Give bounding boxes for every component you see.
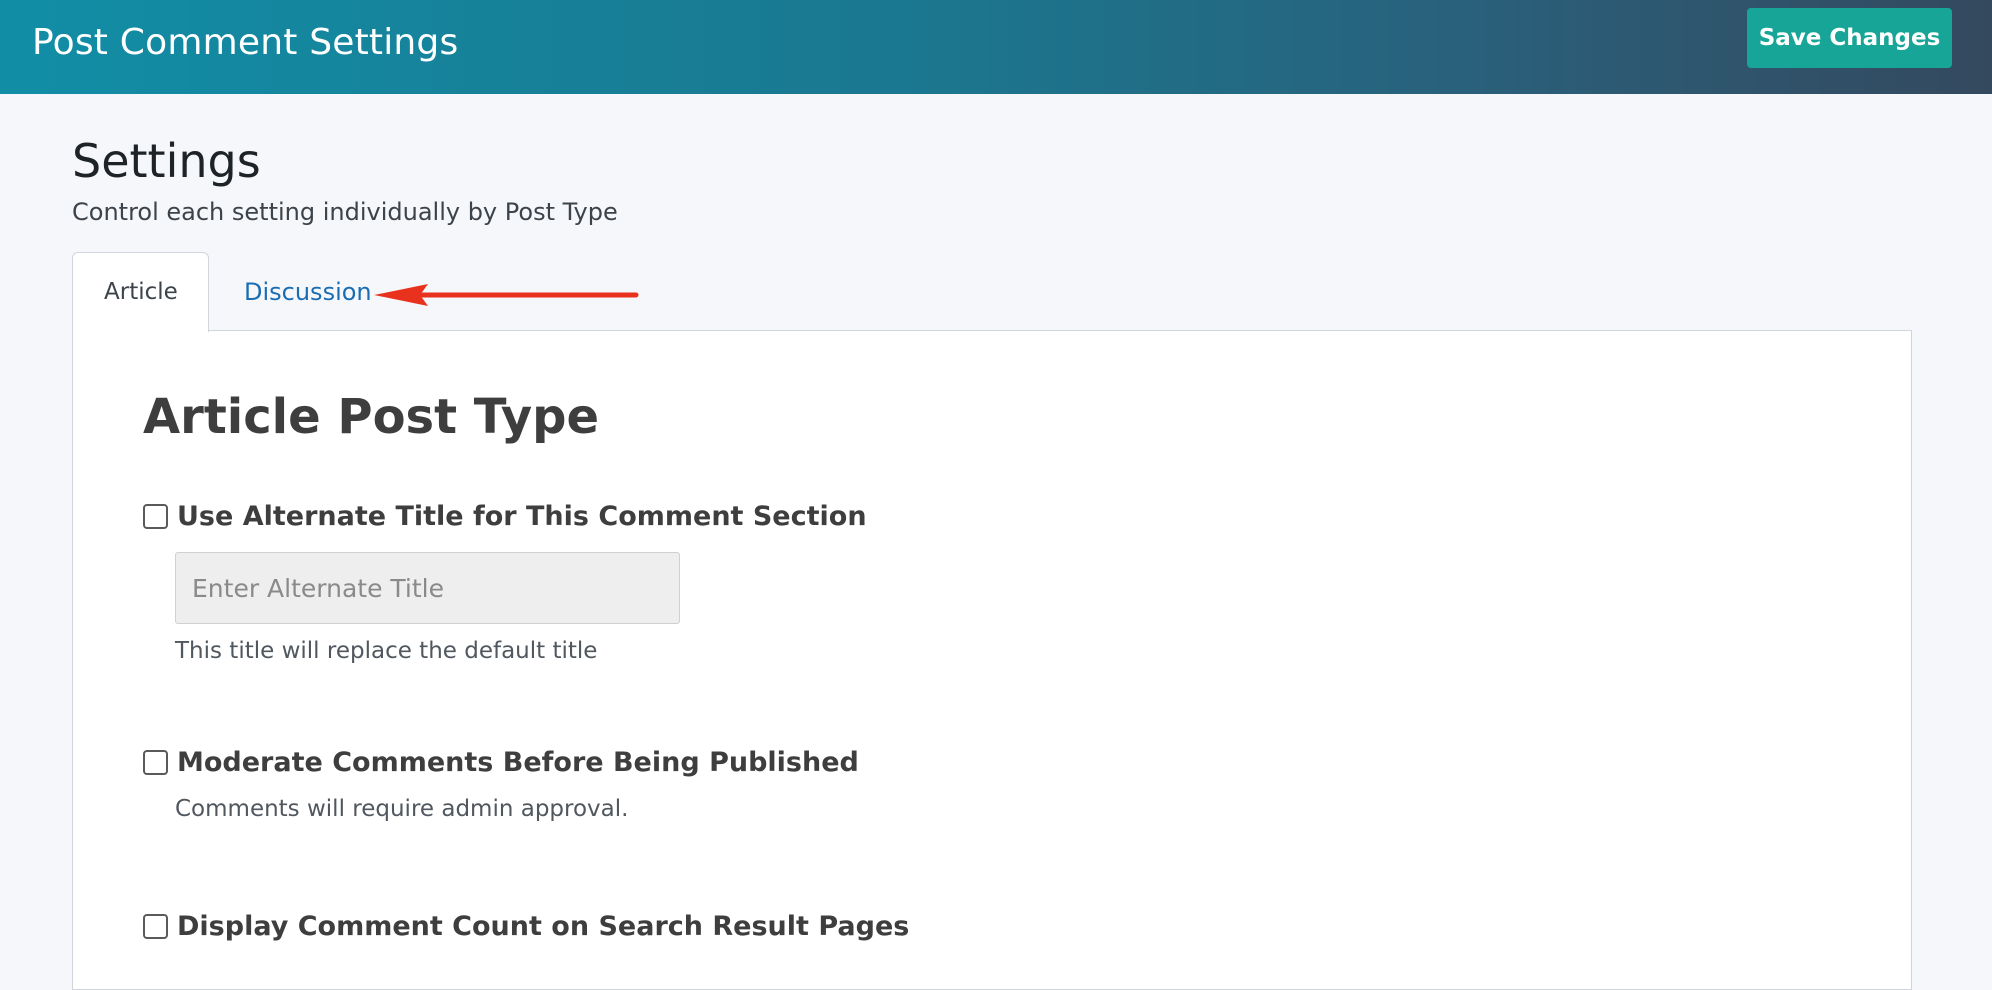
option-alternate-title: Use Alternate Title for This Comment Sec… — [143, 501, 867, 664]
moderate-comments-description: Comments will require admin approval. — [175, 796, 629, 822]
option-display-comment-count: Display Comment Count on Search Result P… — [143, 911, 909, 942]
settings-heading: Settings — [72, 134, 261, 188]
tab-article-label: Article — [104, 279, 178, 305]
moderate-comments-label[interactable]: Moderate Comments Before Being Published — [177, 747, 859, 778]
moderate-comments-checkbox[interactable] — [143, 750, 168, 775]
red-arrow-icon — [374, 284, 639, 306]
tab-discussion[interactable]: Discussion — [244, 278, 372, 306]
alternate-title-checkbox[interactable] — [143, 504, 168, 529]
option-moderate-comments: Moderate Comments Before Being Published… — [143, 747, 859, 822]
alternate-title-description: This title will replace the default titl… — [175, 638, 598, 664]
top-header-bar: Post Comment Settings Save Changes — [0, 0, 1992, 94]
panel-title: Article Post Type — [143, 389, 600, 445]
alternate-title-label[interactable]: Use Alternate Title for This Comment Sec… — [177, 501, 867, 532]
settings-subtitle: Control each setting individually by Pos… — [72, 198, 618, 226]
page-header-title: Post Comment Settings — [32, 22, 459, 63]
display-comment-count-checkbox[interactable] — [143, 914, 168, 939]
display-comment-count-label[interactable]: Display Comment Count on Search Result P… — [177, 911, 909, 942]
post-type-panel: Article Post Type Use Alternate Title fo… — [72, 330, 1912, 990]
alternate-title-input[interactable] — [175, 552, 680, 624]
save-changes-button[interactable]: Save Changes — [1747, 8, 1952, 68]
tab-article[interactable]: Article — [72, 252, 209, 332]
